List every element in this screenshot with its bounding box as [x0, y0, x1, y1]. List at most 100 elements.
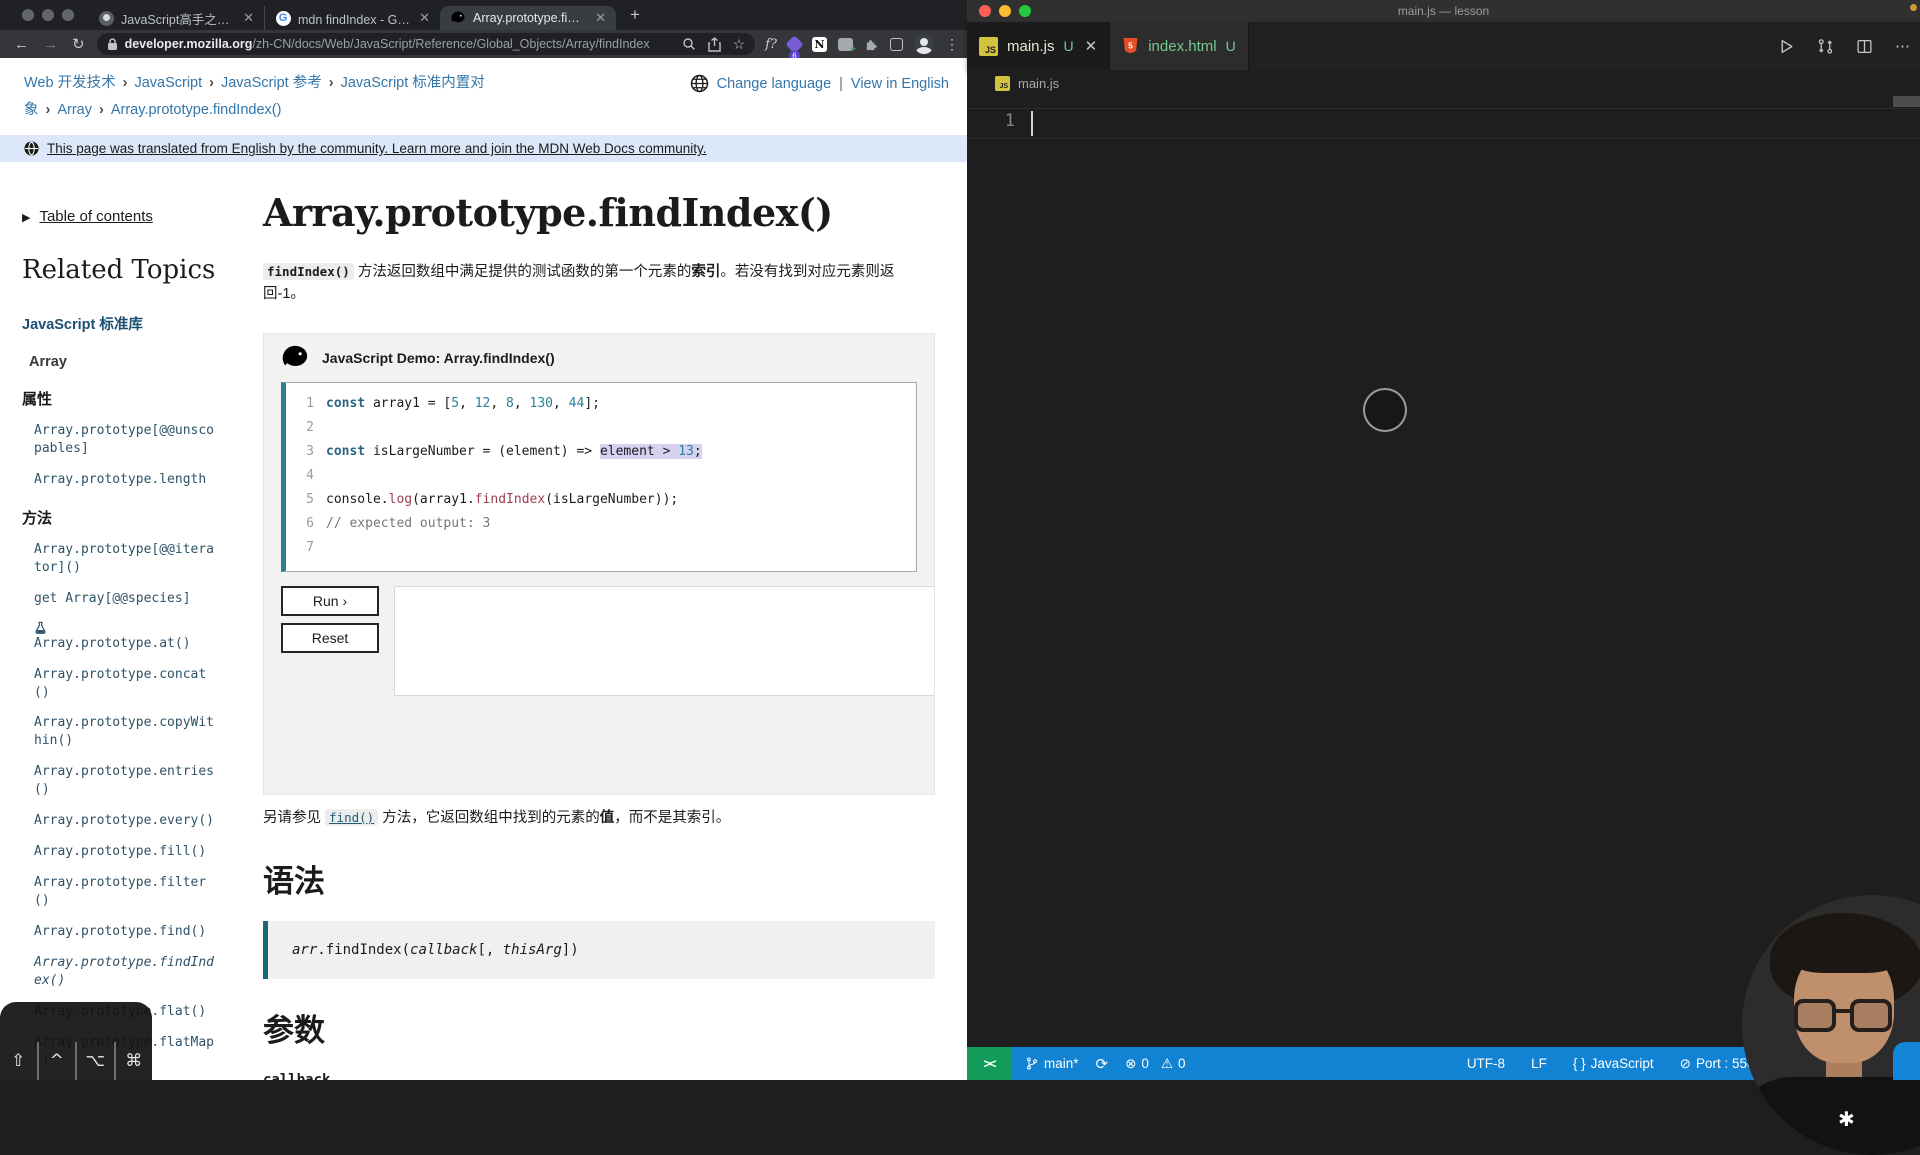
profile-avatar[interactable] [914, 34, 934, 54]
vscode-window-title: main.js — lesson [967, 4, 1920, 18]
forward-button[interactable]: → [43, 36, 58, 53]
compare-changes-icon[interactable] [1817, 38, 1834, 55]
url-text[interactable]: developer.mozilla.org/zh-CN/docs/Web/Jav… [125, 37, 670, 51]
bookmark-star-icon[interactable]: ☆ [733, 36, 746, 53]
tab-close-icon[interactable]: ✕ [417, 10, 432, 26]
sidebar-method-link[interactable]: get Array[@@species] [22, 590, 218, 608]
sidebar-method-link[interactable]: Array.prototype[@@iterator]() [22, 541, 218, 577]
editor-scrollbar-thumb[interactable] [1893, 96, 1920, 107]
tab-close-icon[interactable]: ✕ [1085, 37, 1098, 55]
editor-tab-index-html[interactable]: 5index.htmlU [1110, 22, 1249, 70]
keycast-key: ⌘ [114, 1042, 153, 1080]
screenshot-extension-icon[interactable] [838, 38, 853, 51]
seealso-paragraph: 另请参见 find() 方法，它返回数组中找到的元素的值，而不是其索引。 [263, 807, 939, 830]
tab-close-icon[interactable]: ✕ [241, 10, 256, 26]
modified-badge: U [1064, 38, 1074, 54]
run-button[interactable]: Run › [281, 586, 379, 616]
mdn-page: Web 开发技术›JavaScript›JavaScript 参考›JavaSc… [0, 58, 967, 1080]
view-in-english-link[interactable]: View in English [851, 76, 949, 92]
tab-group-icon[interactable] [890, 38, 903, 51]
problems-item[interactable]: ⊗ 0 ⚠ 0 [1125, 1056, 1185, 1072]
vscode-editor[interactable]: 1 [967, 96, 1920, 1047]
notion-extension-icon[interactable]: N [812, 37, 827, 52]
zoom-page-icon[interactable] [682, 37, 696, 51]
new-tab-button[interactable]: + [630, 5, 640, 25]
params-heading: 参数 [263, 1005, 939, 1050]
zoom-window-button[interactable] [62, 9, 74, 21]
tab-close-icon[interactable]: ✕ [593, 10, 608, 26]
browser-tab-2[interactable]: Gmdn findIndex - Google 搜索✕ [264, 6, 440, 30]
warnings-icon: ⚠ [1161, 1056, 1173, 1072]
port-icon: ⊘ [1680, 1056, 1691, 1072]
syntax-heading: 语法 [263, 856, 939, 901]
reload-button[interactable]: ↻ [72, 35, 85, 53]
puzzle-extensions-icon[interactable] [864, 37, 879, 52]
find-method-link[interactable]: find() [325, 810, 378, 826]
sidebar-methods-heading: 方法 [22, 507, 240, 528]
encoding-item[interactable]: UTF-8 [1467, 1056, 1505, 1071]
window-controls[interactable] [22, 9, 74, 21]
breadcrumb-link[interactable]: JavaScript [134, 75, 202, 91]
globe-icon [690, 74, 709, 93]
demo-code-editor[interactable]: 1const array1 = [5, 12, 8, 130, 44];23co… [281, 382, 917, 572]
mdn-sidebar: ▶Table of contents Related Topics JavaSc… [22, 208, 240, 1080]
sidebar-method-link[interactable]: Array.prototype.copyWithin() [22, 714, 218, 750]
git-branch-item[interactable]: main* [1025, 1056, 1079, 1071]
sidebar-method-link[interactable]: Array.prototype.entries() [22, 763, 218, 799]
sidebar-method-link[interactable]: Array.prototype.every() [22, 812, 218, 830]
related-topics-heading: Related Topics [22, 255, 240, 285]
change-language-link[interactable]: Change language [717, 76, 832, 92]
eol-item[interactable]: LF [1531, 1056, 1547, 1071]
sidebar-array-heading[interactable]: Array [29, 354, 240, 370]
code-line: 7 [286, 536, 916, 560]
sidebar-method-link[interactable]: Array.prototype.find() [22, 923, 218, 941]
close-window-button[interactable] [22, 9, 34, 21]
mdn-page-header: Web 开发技术›JavaScript›JavaScript 参考›JavaSc… [0, 58, 967, 135]
reset-button[interactable]: Reset [281, 623, 379, 653]
split-editor-icon[interactable] [1856, 38, 1873, 55]
sidebar-lib-heading[interactable]: JavaScript 标准库 [22, 313, 240, 334]
remote-indicator[interactable]: >< [967, 1047, 1011, 1080]
browser-menu-icon[interactable]: ⋮ [945, 36, 959, 53]
extensions-row: f? 6 N ⋮ [765, 34, 959, 54]
share-icon[interactable] [708, 37, 721, 52]
vscode-breadcrumb[interactable]: JS main.js [967, 70, 1920, 96]
site-favicon [98, 10, 114, 26]
breadcrumb-link[interactable]: Array.prototype.findIndex() [111, 102, 282, 118]
sidebar-method-link[interactable]: Array.prototype.at() [22, 621, 218, 653]
text-cursor [1031, 111, 1033, 136]
code-line: 5console.log(array1.findIndex(isLargeNum… [286, 488, 916, 512]
minimize-window-button[interactable] [42, 9, 54, 21]
keycast-key: ⇧ [0, 1042, 37, 1080]
sidebar-property-link[interactable]: Array.prototype.length [22, 471, 218, 489]
table-of-contents[interactable]: ▶Table of contents [22, 208, 240, 225]
breadcrumb-link[interactable]: Web 开发技术 [24, 75, 116, 91]
sidebar-method-link[interactable]: Array.prototype.concat() [22, 666, 218, 702]
demo-header: JavaScript Demo: Array.findIndex() [264, 334, 934, 382]
purple-extension-icon[interactable]: 6 [785, 35, 803, 53]
code-line: 1const array1 = [5, 12, 8, 130, 44]; [286, 392, 916, 416]
braces-icon: { } [1573, 1056, 1586, 1071]
breadcrumb-link[interactable]: Array [57, 102, 92, 118]
browser-window: JavaScript高手之路基础篇✕Gmdn findIndex - Googl… [0, 0, 967, 1080]
fonts-extension-icon[interactable]: f? [765, 37, 777, 52]
editor-tab-main-js[interactable]: JSmain.jsU✕ [967, 22, 1110, 70]
keycast-key: ^ [37, 1042, 76, 1080]
person-fringe [1792, 935, 1898, 973]
back-button[interactable]: ← [14, 36, 29, 53]
sidebar-property-link[interactable]: Array.prototype[@@unscopables] [22, 422, 218, 458]
code-line: 6// expected output: 3 [286, 512, 916, 536]
sidebar-method-link-current[interactable]: Array.prototype.findIndex() [22, 954, 218, 990]
address-bar[interactable]: developer.mozilla.org/zh-CN/docs/Web/Jav… [97, 33, 756, 55]
banner-link[interactable]: This page was translated from English by… [47, 141, 707, 156]
breadcrumb-link[interactable]: JavaScript 参考 [221, 75, 322, 91]
language-mode-item[interactable]: { } JavaScript [1573, 1056, 1654, 1071]
browser-tab-3[interactable]: Array.prototype.findIndex() - J✕ [440, 6, 616, 30]
sync-changes-icon[interactable]: ⟳ [1096, 1055, 1109, 1073]
demo-title: JavaScript Demo: Array.findIndex() [322, 350, 555, 366]
sidebar-method-link[interactable]: Array.prototype.fill() [22, 843, 218, 861]
browser-tab-1[interactable]: JavaScript高手之路基础篇✕ [88, 6, 264, 30]
more-actions-icon[interactable]: ⋯ [1895, 37, 1910, 55]
sidebar-method-link[interactable]: Array.prototype.filter() [22, 874, 218, 910]
run-file-icon[interactable] [1778, 38, 1795, 55]
